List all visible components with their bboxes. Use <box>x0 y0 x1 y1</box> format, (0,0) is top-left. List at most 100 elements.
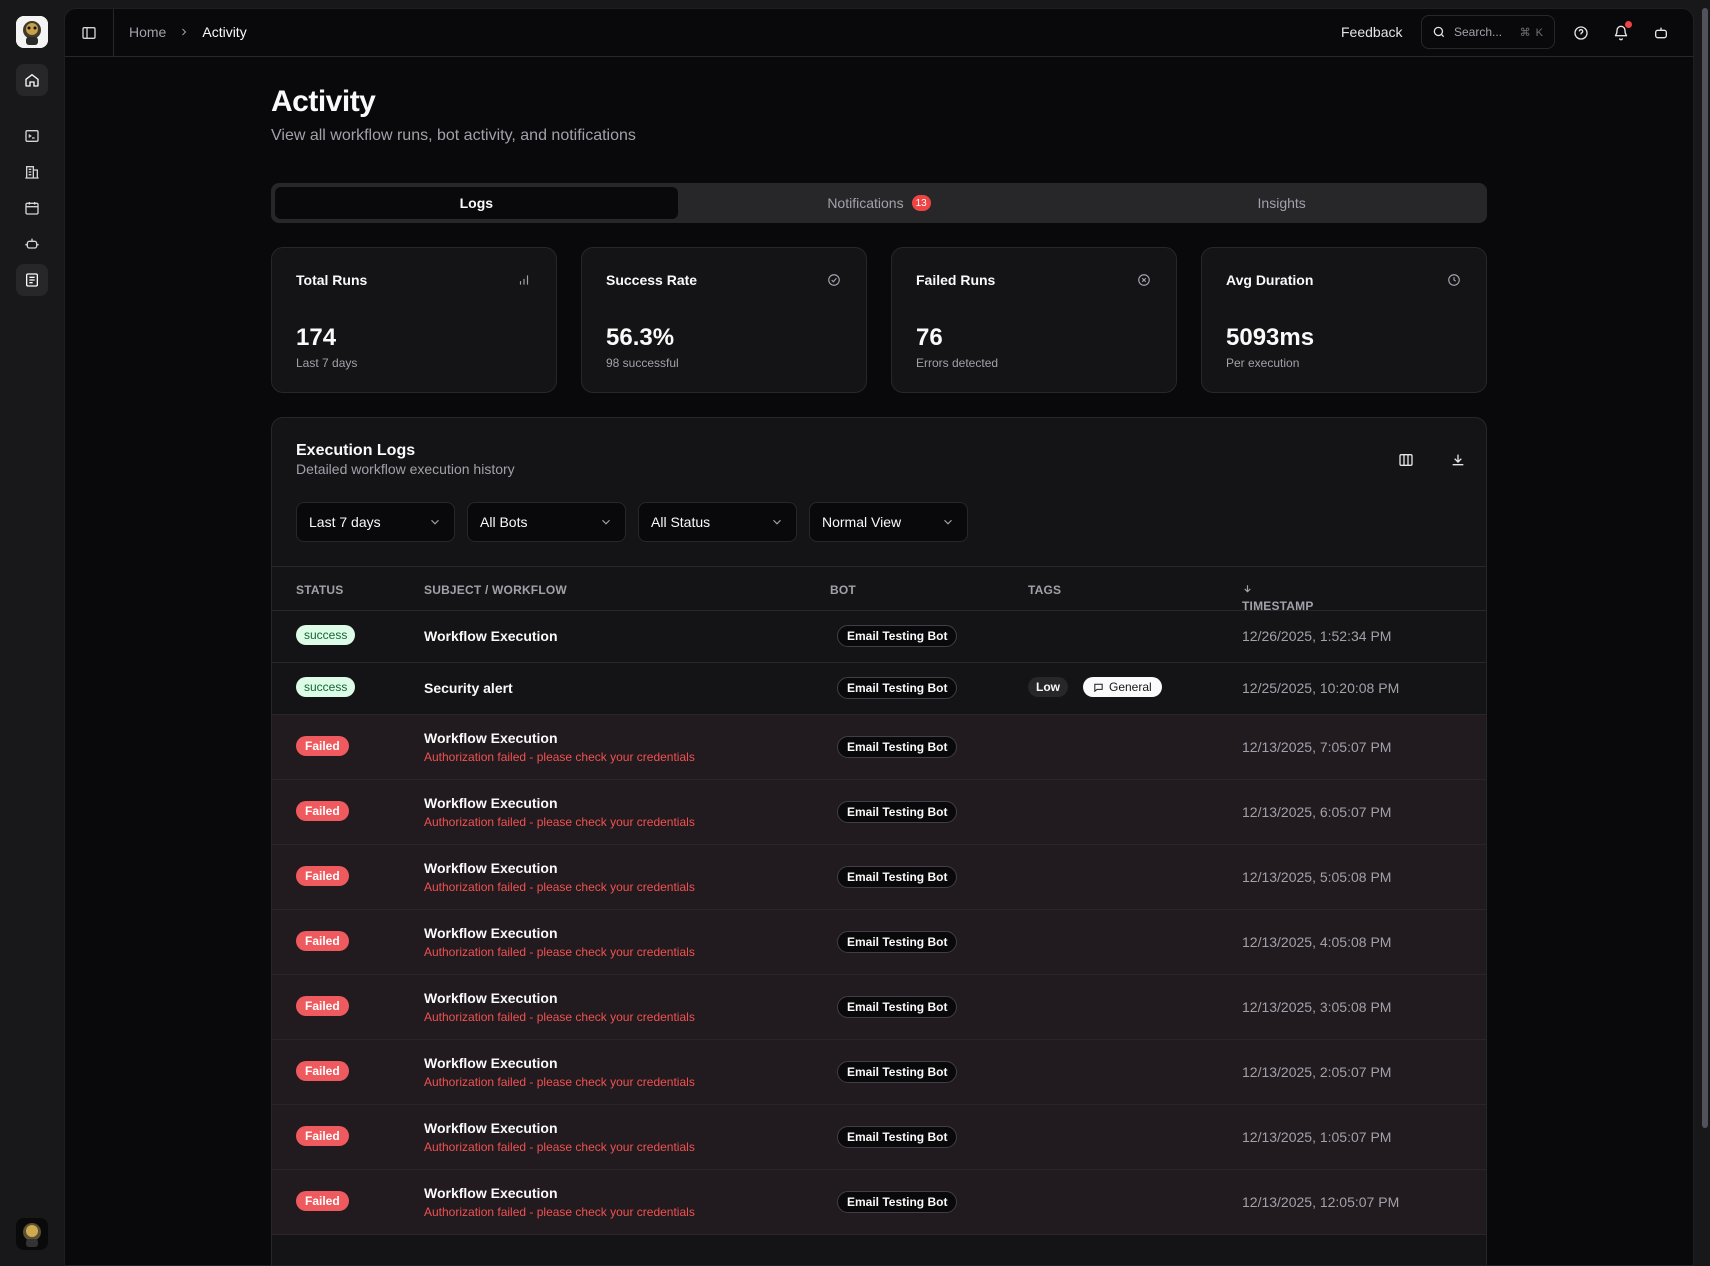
date-range-select[interactable]: Last 7 days <box>296 502 455 542</box>
nav-calendar-button[interactable] <box>16 192 48 224</box>
table-row[interactable]: Failed Workflow Execution Authorization fa… <box>272 780 1486 845</box>
search-shortcut: ⌘ K <box>1519 26 1544 39</box>
bot-badge: Email Testing Bot <box>837 996 958 1018</box>
feedback-button[interactable]: Feedback <box>1341 24 1402 40</box>
nav-home-button[interactable] <box>16 64 48 96</box>
notifications-button[interactable] <box>1611 21 1632 43</box>
status-badge: Failed <box>296 1061 349 1081</box>
table-row[interactable]: Failed Workflow Execution Authorization fa… <box>272 1040 1486 1105</box>
columns-icon <box>1399 454 1413 466</box>
view-mode-select[interactable]: Normal View <box>809 502 968 542</box>
columns-button[interactable] <box>1394 448 1418 472</box>
status-filter-value: All Status <box>651 514 711 530</box>
status-cell: Failed <box>296 736 349 756</box>
status-badge: Failed <box>296 801 349 821</box>
status-filter-select[interactable]: All Status <box>638 502 797 542</box>
bot-filter-select[interactable]: All Bots <box>467 502 626 542</box>
date-range-value: Last 7 days <box>309 514 381 530</box>
search-input[interactable]: Search... ⌘ K <box>1421 15 1555 49</box>
notification-dot <box>1625 21 1632 28</box>
bot-badge: Email Testing Bot <box>837 931 958 953</box>
home-icon <box>25 73 39 87</box>
tab-insights[interactable]: Insights <box>1080 187 1483 219</box>
breadcrumb: Home Activity <box>129 24 247 40</box>
tab-notifications[interactable]: Notifications 13 <box>678 187 1081 219</box>
scrollbar-thumb[interactable] <box>1702 8 1708 1128</box>
page-subtitle: View all workflow runs, bot activity, an… <box>271 127 636 144</box>
row-subject: Workflow Execution <box>424 795 558 811</box>
page-scrollbar[interactable] <box>1700 0 1710 1266</box>
column-timestamp[interactable]: TIMESTAMP <box>1242 583 1313 613</box>
row-timestamp: 12/13/2025, 5:05:08 PM <box>1242 869 1392 885</box>
table-row[interactable]: success Security alert Email Testing Bot Lo… <box>272 663 1486 715</box>
table-row[interactable]: success Workflow Execution Email Testing B… <box>272 611 1486 663</box>
nav-bots-button[interactable] <box>16 228 48 260</box>
download-button[interactable] <box>1446 448 1470 472</box>
table-row[interactable]: Failed Workflow Execution Authorization fa… <box>272 715 1486 780</box>
logs-subtitle: Detailed workflow execution history <box>296 461 515 477</box>
stat-label: Total Runs <box>296 272 368 288</box>
nav-terminal-button[interactable] <box>16 120 48 152</box>
row-timestamp: 12/26/2025, 1:52:34 PM <box>1242 628 1392 644</box>
x-circle-icon <box>1136 272 1152 288</box>
stat-caption: 98 successful <box>606 356 679 370</box>
help-button[interactable] <box>1571 23 1591 43</box>
column-bot[interactable]: BOT <box>830 583 856 597</box>
status-cell: Failed <box>296 866 349 886</box>
stat-value: 5093ms <box>1226 324 1315 351</box>
bot-badge: Email Testing Bot <box>837 866 958 888</box>
sidebar-toggle-button[interactable] <box>77 21 101 45</box>
tab-notifications-label: Notifications <box>827 195 904 211</box>
status-cell: success <box>296 625 356 645</box>
icon-rail <box>0 0 64 1266</box>
bot-menu-button[interactable] <box>1651 23 1671 43</box>
activity-tabs: Logs Notifications 13 Insights <box>271 183 1487 223</box>
table-row[interactable]: Failed Workflow Execution Authorization fa… <box>272 975 1486 1040</box>
nav-activity-button[interactable] <box>16 264 48 296</box>
row-error-message: Authorization failed - please check your… <box>424 880 695 894</box>
status-cell: Failed <box>296 801 349 821</box>
row-timestamp: 12/13/2025, 6:05:07 PM <box>1242 804 1392 820</box>
row-error-message: Authorization failed - please check your… <box>424 1010 695 1024</box>
message-square-icon <box>1094 683 1103 692</box>
status-cell: Failed <box>296 1061 349 1081</box>
row-timestamp: 12/13/2025, 12:05:07 PM <box>1242 1194 1400 1210</box>
chevron-right-icon <box>182 28 187 36</box>
table-row[interactable]: Failed Workflow Execution Authorization fa… <box>272 910 1486 975</box>
table-row[interactable]: Failed Workflow Execution Authorization fa… <box>272 1105 1486 1170</box>
stat-card-total-runs: Total Runs 174 Last 7 days <box>271 247 557 393</box>
user-avatar[interactable] <box>16 1218 48 1250</box>
bot-icon <box>25 238 39 249</box>
stat-card-success-rate: Success Rate 56.3% 98 successful <box>581 247 867 393</box>
row-error-message: Authorization failed - please check your… <box>424 750 695 764</box>
list-icon <box>26 273 38 287</box>
chevron-down-icon <box>944 519 952 525</box>
breadcrumb-home-link[interactable]: Home <box>129 24 166 40</box>
table-row[interactable]: Failed Workflow Execution Authorization fa… <box>272 1170 1486 1235</box>
table-row[interactable]: Failed Workflow Execution Authorization fa… <box>272 845 1486 910</box>
app-logo[interactable] <box>16 16 48 48</box>
column-tags[interactable]: TAGS <box>1028 583 1061 597</box>
status-badge: Failed <box>296 996 349 1016</box>
column-status[interactable]: STATUS <box>296 583 343 597</box>
execution-logs-card: Execution Logs Detailed workflow executi… <box>271 417 1487 1265</box>
bot-icon <box>1655 27 1667 39</box>
tab-logs[interactable]: Logs <box>275 187 678 219</box>
stats-cards: Total Runs 174 Last 7 days Success Rate … <box>271 247 1487 393</box>
table-header: STATUS SUBJECT / WORKFLOW BOT TAGS TIMES… <box>272 566 1486 613</box>
stat-label: Avg Duration <box>1226 272 1314 288</box>
status-cell: Failed <box>296 996 349 1016</box>
nav-buildings-button[interactable] <box>16 156 48 188</box>
column-subject[interactable]: SUBJECT / WORKFLOW <box>424 583 567 597</box>
stat-card-failed-runs: Failed Runs 76 Errors detected <box>891 247 1177 393</box>
bar-chart-icon <box>516 272 532 288</box>
tag-priority: Low <box>1028 677 1068 697</box>
bot-badge: Email Testing Bot <box>837 1126 958 1148</box>
row-timestamp: 12/25/2025, 10:20:08 PM <box>1242 680 1400 696</box>
stat-value: 56.3% <box>606 324 675 351</box>
stat-caption: Errors detected <box>916 356 999 370</box>
stat-caption: Per execution <box>1226 356 1300 370</box>
main-panel: Home Activity Feedback Search... ⌘ K Act… <box>64 8 1694 1266</box>
activity-content: Activity View all workflow runs, bot act… <box>271 85 1487 1265</box>
row-subject: Workflow Execution <box>424 860 558 876</box>
